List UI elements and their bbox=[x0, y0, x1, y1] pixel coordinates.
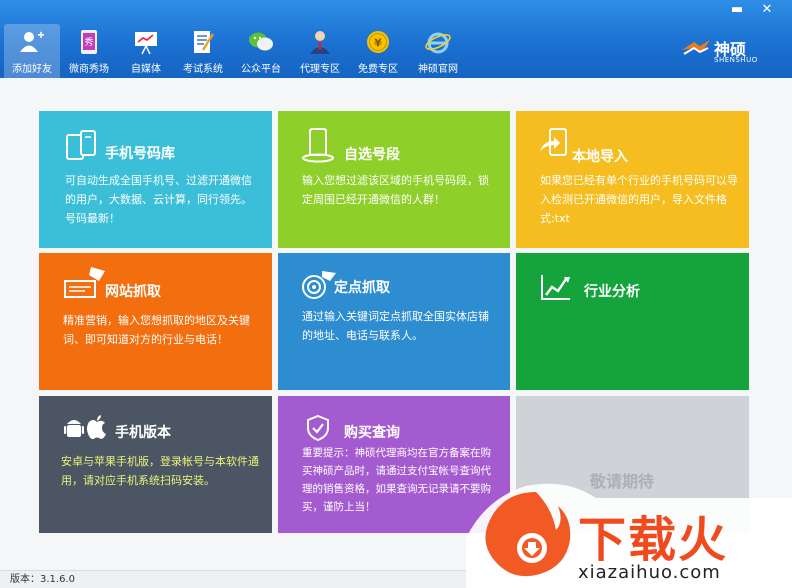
tool-exam[interactable]: 考试系统 bbox=[175, 24, 231, 78]
phone-stand-icon bbox=[302, 128, 334, 163]
add-friend-icon bbox=[20, 31, 44, 52]
presentation-icon bbox=[135, 32, 157, 55]
tile-title: 自选号段 bbox=[344, 147, 400, 163]
tile-description: 安卓与苹果手机版，登录帐号与本软件通用，请对应手机系统扫码安装。 bbox=[61, 455, 259, 487]
tile-description: 可自动生成全国手机号、过滤开通微信的用户，大数据、云计算，同行领先。号码最新！ bbox=[65, 174, 252, 225]
toolbar: ▬ ✕ 添加好友 秀 微商秀场 自媒体 考试系统 公众平台 代理专区 ¥ 免费专… bbox=[0, 0, 792, 78]
svg-text:秀: 秀 bbox=[84, 36, 93, 48]
web-grab-icon bbox=[64, 267, 105, 298]
tool-media[interactable]: 自媒体 bbox=[118, 24, 174, 78]
android-apple-icon bbox=[64, 415, 106, 440]
tool-label: 免费专区 bbox=[358, 64, 398, 75]
tool-wechat-show[interactable]: 秀 微商秀场 bbox=[61, 24, 117, 78]
brand-mark-icon bbox=[682, 40, 710, 55]
shield-check-icon bbox=[307, 414, 329, 442]
tile-description: 输入您想过滤该区域的手机号码段，锁定周围已经开通微信的人群！ bbox=[302, 174, 489, 206]
tool-label: 考试系统 bbox=[183, 64, 223, 75]
tile-title: 手机号码库 bbox=[105, 146, 175, 162]
brand-sub: SHENSHUO bbox=[714, 56, 758, 64]
svg-text:¥: ¥ bbox=[374, 37, 382, 50]
tile-title: 行业分析 bbox=[584, 284, 640, 300]
tool-official-site[interactable]: 神硕官网 bbox=[410, 24, 466, 78]
tile-description: 精准营销，输入您想抓取的地区及关键词、即可知道对方的行业与电话！ bbox=[63, 314, 250, 346]
tile-title: 网站抓取 bbox=[105, 284, 161, 300]
tool-public-platform[interactable]: 公众平台 bbox=[233, 24, 289, 78]
wechat-icon bbox=[249, 32, 273, 51]
tool-label: 代理专区 bbox=[300, 64, 340, 75]
close-button[interactable]: ✕ bbox=[756, 2, 778, 18]
tile-phone-database[interactable]: 手机号码库 可自动生成全国手机号、过滤开通微信的用户，大数据、云计算，同行领先。… bbox=[39, 111, 272, 248]
tile-title: 本地导入 bbox=[572, 149, 628, 165]
tile-description: 通过输入关键词定点抓取全国实体店铺的地址、电话与联系人。 bbox=[302, 310, 489, 342]
version-label: 版本：3.1.6.0 bbox=[10, 574, 75, 585]
tool-label: 神硕官网 bbox=[418, 64, 458, 75]
tile-title: 定点抓取 bbox=[334, 280, 390, 296]
coin-icon: ¥ bbox=[367, 31, 389, 53]
tile-point-grab[interactable]: 定点抓取 通过输入关键词定点抓取全国实体店铺的地址、电话与联系人。 bbox=[278, 253, 510, 390]
tool-add-friend[interactable]: 添加好友 bbox=[4, 24, 60, 78]
tile-web-grab[interactable]: 网站抓取 精准营销，输入您想抓取的地区及关键词、即可知道对方的行业与电话！ bbox=[39, 253, 272, 390]
minimize-button[interactable]: ▬ bbox=[726, 2, 748, 18]
tile-custom-segment[interactable]: 自选号段 输入您想过滤该区域的手机号码段，锁定周围已经开通微信的人群！ bbox=[278, 111, 510, 248]
trend-chart-icon bbox=[541, 275, 570, 300]
exam-icon bbox=[194, 31, 215, 53]
import-phone-icon bbox=[540, 128, 567, 156]
target-icon bbox=[302, 271, 336, 299]
tool-label: 添加好友 bbox=[12, 64, 52, 75]
tile-description: 如果您已经有单个行业的手机号码可以导入检测已开通微信的用户，导入文件格式:txt bbox=[540, 174, 738, 225]
tool-label: 自媒体 bbox=[131, 64, 161, 75]
tile-mobile-version[interactable]: 手机版本 安卓与苹果手机版，登录帐号与本软件通用，请对应手机系统扫码安装。 bbox=[39, 396, 272, 533]
tile-title: 购买查询 bbox=[344, 425, 400, 441]
devices-icon bbox=[66, 130, 96, 160]
tool-free[interactable]: ¥ 免费专区 bbox=[350, 24, 406, 78]
tool-agent[interactable]: 代理专区 bbox=[292, 24, 348, 78]
tool-label: 微商秀场 bbox=[69, 64, 109, 75]
watermark-text: 下载火 bbox=[578, 512, 729, 568]
agent-icon bbox=[310, 31, 330, 54]
show-icon: 秀 bbox=[81, 30, 97, 54]
tile-local-import[interactable]: 本地导入 如果您已经有单个行业的手机号码可以导入检测已开通微信的用户，导入文件格… bbox=[516, 111, 749, 248]
brand-logo: 神硕 SHENSHUO bbox=[680, 34, 760, 68]
tile-title: 手机版本 bbox=[115, 425, 171, 441]
tile-industry-analysis[interactable]: 行业分析 bbox=[516, 253, 749, 390]
tool-label: 公众平台 bbox=[241, 64, 281, 75]
watermark-url: xiazaihuo.com bbox=[578, 562, 721, 583]
watermark: 下载火 xiazaihuo.com bbox=[466, 478, 792, 588]
browser-icon bbox=[425, 32, 451, 54]
